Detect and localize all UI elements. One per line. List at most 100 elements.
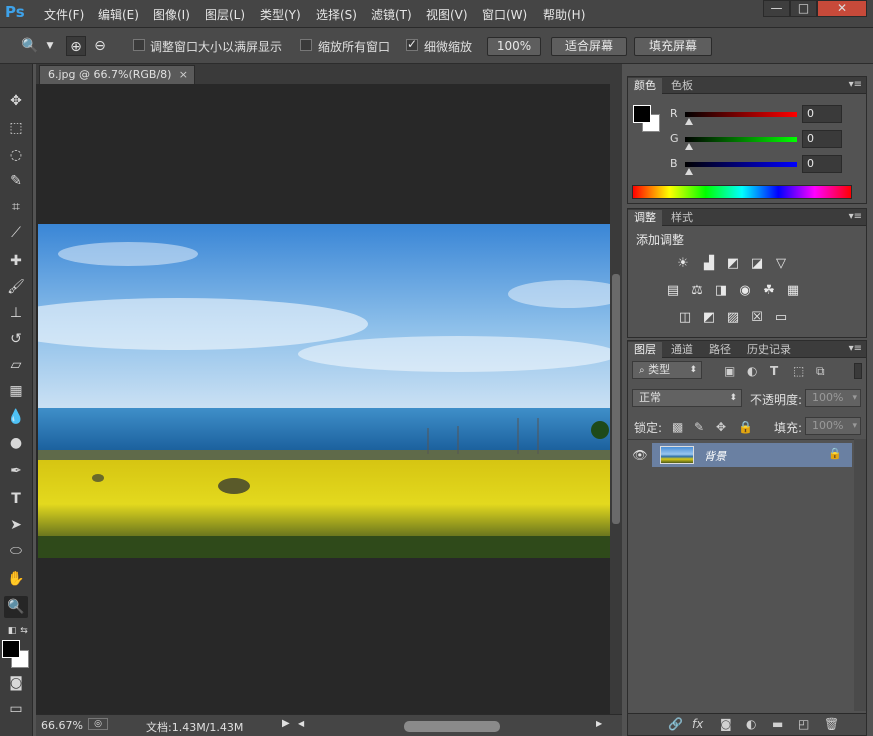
menu-window[interactable]: 窗口(W): [482, 6, 527, 23]
tab-paths[interactable]: 路径: [703, 342, 737, 358]
brush-tool-icon[interactable]: 🖌: [4, 276, 28, 298]
opacity-field[interactable]: 100% ▾: [805, 389, 861, 407]
new-group-icon[interactable]: ▬: [772, 717, 783, 731]
green-value-field[interactable]: 0: [802, 130, 842, 148]
layer-mask-icon[interactable]: ◙: [720, 717, 732, 731]
menu-layer[interactable]: 图层(L): [205, 6, 245, 23]
pixel-filter-icon[interactable]: ▣: [724, 364, 735, 378]
marquee-tool-icon[interactable]: ⬚: [4, 117, 28, 139]
tab-layers[interactable]: 图层: [628, 342, 662, 358]
dodge-tool-icon[interactable]: ●: [4, 432, 28, 454]
fill-field[interactable]: 100% ▾: [805, 417, 861, 435]
eraser-tool-icon[interactable]: ▱: [4, 354, 28, 376]
crop-tool-icon[interactable]: ⌗: [4, 196, 28, 218]
vertical-scrollbar[interactable]: [610, 84, 622, 714]
zoom-out-icon[interactable]: ⊖: [90, 36, 110, 56]
hue-saturation-icon[interactable]: ▤: [664, 284, 682, 298]
scroll-left-arrow-icon[interactable]: ◀: [298, 719, 304, 728]
ellipse-tool-icon[interactable]: ⬭: [4, 540, 28, 562]
lock-transparent-pixels-icon[interactable]: ▩: [672, 420, 683, 434]
tab-history[interactable]: 历史记录: [741, 342, 797, 358]
close-document-icon[interactable]: ×: [179, 66, 188, 84]
healing-brush-tool-icon[interactable]: ✚: [4, 250, 28, 272]
tab-styles[interactable]: 样式: [665, 210, 699, 226]
fill-screen-button[interactable]: 填充屏幕: [634, 37, 712, 56]
selective-color-icon[interactable]: ☒: [748, 311, 766, 325]
blue-value-field[interactable]: 0: [802, 155, 842, 173]
hand-tool-icon[interactable]: ✋: [4, 568, 28, 590]
layers-scrollbar[interactable]: [854, 439, 866, 711]
screen-mode-icon[interactable]: ▭: [4, 698, 28, 720]
tab-channels[interactable]: 通道: [665, 342, 699, 358]
brightness-contrast-icon[interactable]: ☀: [674, 257, 692, 271]
posterize-icon[interactable]: ◩: [700, 311, 718, 325]
link-layers-icon[interactable]: 🔗: [668, 717, 683, 731]
lock-all-icon[interactable]: 🔒: [738, 420, 753, 434]
vertical-scrollbar-thumb[interactable]: [612, 274, 620, 524]
zoom-tool-preset-icon[interactable]: 🔍: [20, 36, 40, 56]
swap-colors-icon[interactable]: ⇆: [12, 620, 36, 642]
history-brush-tool-icon[interactable]: ↺: [4, 328, 28, 350]
horizontal-scrollbar-thumb[interactable]: [404, 721, 500, 732]
menu-type[interactable]: 类型(Y): [260, 6, 301, 23]
type-filter-icon[interactable]: T: [770, 364, 778, 378]
move-tool-icon[interactable]: ✥: [4, 90, 28, 112]
panel-menu-icon[interactable]: ▾≡: [849, 79, 862, 90]
channel-mixer-icon[interactable]: ☘: [760, 284, 778, 298]
eyedropper-tool-icon[interactable]: ⟋: [4, 222, 28, 244]
red-slider[interactable]: [685, 112, 797, 117]
quick-mask-icon[interactable]: ◙: [4, 672, 28, 694]
type-tool-icon[interactable]: T: [4, 488, 28, 510]
zoom-all-checkbox[interactable]: [300, 39, 312, 51]
menu-file[interactable]: 文件(F): [44, 6, 84, 23]
horizontal-scrollbar[interactable]: [306, 718, 602, 732]
color-spectrum-ramp[interactable]: [632, 185, 852, 199]
threshold-icon[interactable]: ▨: [724, 311, 742, 325]
status-options-icon[interactable]: ◎: [88, 718, 108, 730]
smart-object-filter-icon[interactable]: ⧉: [816, 364, 825, 379]
document-tab[interactable]: 6.jpg @ 66.7%(RGB/8) ×: [39, 65, 195, 84]
adjustment-filter-icon[interactable]: ◐: [747, 364, 757, 378]
zoom-level[interactable]: 66.67%: [41, 719, 83, 732]
menu-filter[interactable]: 滤镜(T): [371, 6, 412, 23]
tab-color[interactable]: 颜色: [628, 78, 662, 94]
red-value-field[interactable]: 0: [802, 105, 842, 123]
scroll-right-arrow-icon[interactable]: ▶: [596, 719, 602, 728]
panel-foreground-swatch[interactable]: [633, 105, 651, 123]
pen-tool-icon[interactable]: ✒: [4, 460, 28, 482]
chevron-down-icon[interactable]: ▼: [40, 36, 60, 56]
scrubby-zoom-checkbox[interactable]: [406, 37, 418, 51]
eye-icon[interactable]: 👁: [628, 443, 652, 467]
gradient-tool-icon[interactable]: ▦: [4, 380, 28, 402]
foreground-color-swatch[interactable]: [2, 640, 20, 658]
exposure-icon[interactable]: ◪: [748, 257, 766, 271]
green-slider-knob[interactable]: [685, 143, 693, 150]
menu-select[interactable]: 选择(S): [316, 6, 357, 23]
panel-menu-icon[interactable]: ▾≡: [849, 211, 862, 222]
adjustment-layer-icon[interactable]: ◐: [746, 717, 756, 731]
zoom-tool-icon[interactable]: 🔍: [4, 596, 28, 618]
lasso-tool-icon[interactable]: ◌: [4, 144, 28, 166]
invert-icon[interactable]: ◫: [676, 311, 694, 325]
gradient-map-icon[interactable]: ▭: [772, 311, 790, 325]
layer-row-background[interactable]: 👁 背景 🔒: [628, 443, 852, 467]
clone-stamp-tool-icon[interactable]: ⊥: [4, 302, 28, 324]
blur-tool-icon[interactable]: 💧: [4, 406, 28, 428]
resize-windows-checkbox[interactable]: [133, 39, 145, 51]
color-balance-icon[interactable]: ⚖: [688, 284, 706, 298]
status-menu-arrow-icon[interactable]: ▶: [282, 718, 290, 729]
maximize-button[interactable]: □: [790, 0, 817, 17]
levels-icon[interactable]: ▟: [700, 257, 718, 271]
photo-filter-icon[interactable]: ◉: [736, 284, 754, 298]
layer-filter-select[interactable]: ⌕ 类型 ⬍: [632, 361, 702, 379]
minimize-button[interactable]: —: [763, 0, 790, 17]
blue-slider[interactable]: [685, 162, 797, 167]
new-layer-icon[interactable]: ◰: [798, 717, 809, 731]
layer-style-icon[interactable]: fx: [692, 717, 703, 731]
lock-position-icon[interactable]: ✥: [716, 420, 726, 434]
vibrance-icon[interactable]: ▽: [772, 257, 790, 271]
black-white-icon[interactable]: ◨: [712, 284, 730, 298]
menu-view[interactable]: 视图(V): [426, 6, 468, 23]
lock-image-pixels-icon[interactable]: ✎: [694, 420, 704, 434]
delete-layer-icon[interactable]: 🗑: [824, 717, 839, 731]
